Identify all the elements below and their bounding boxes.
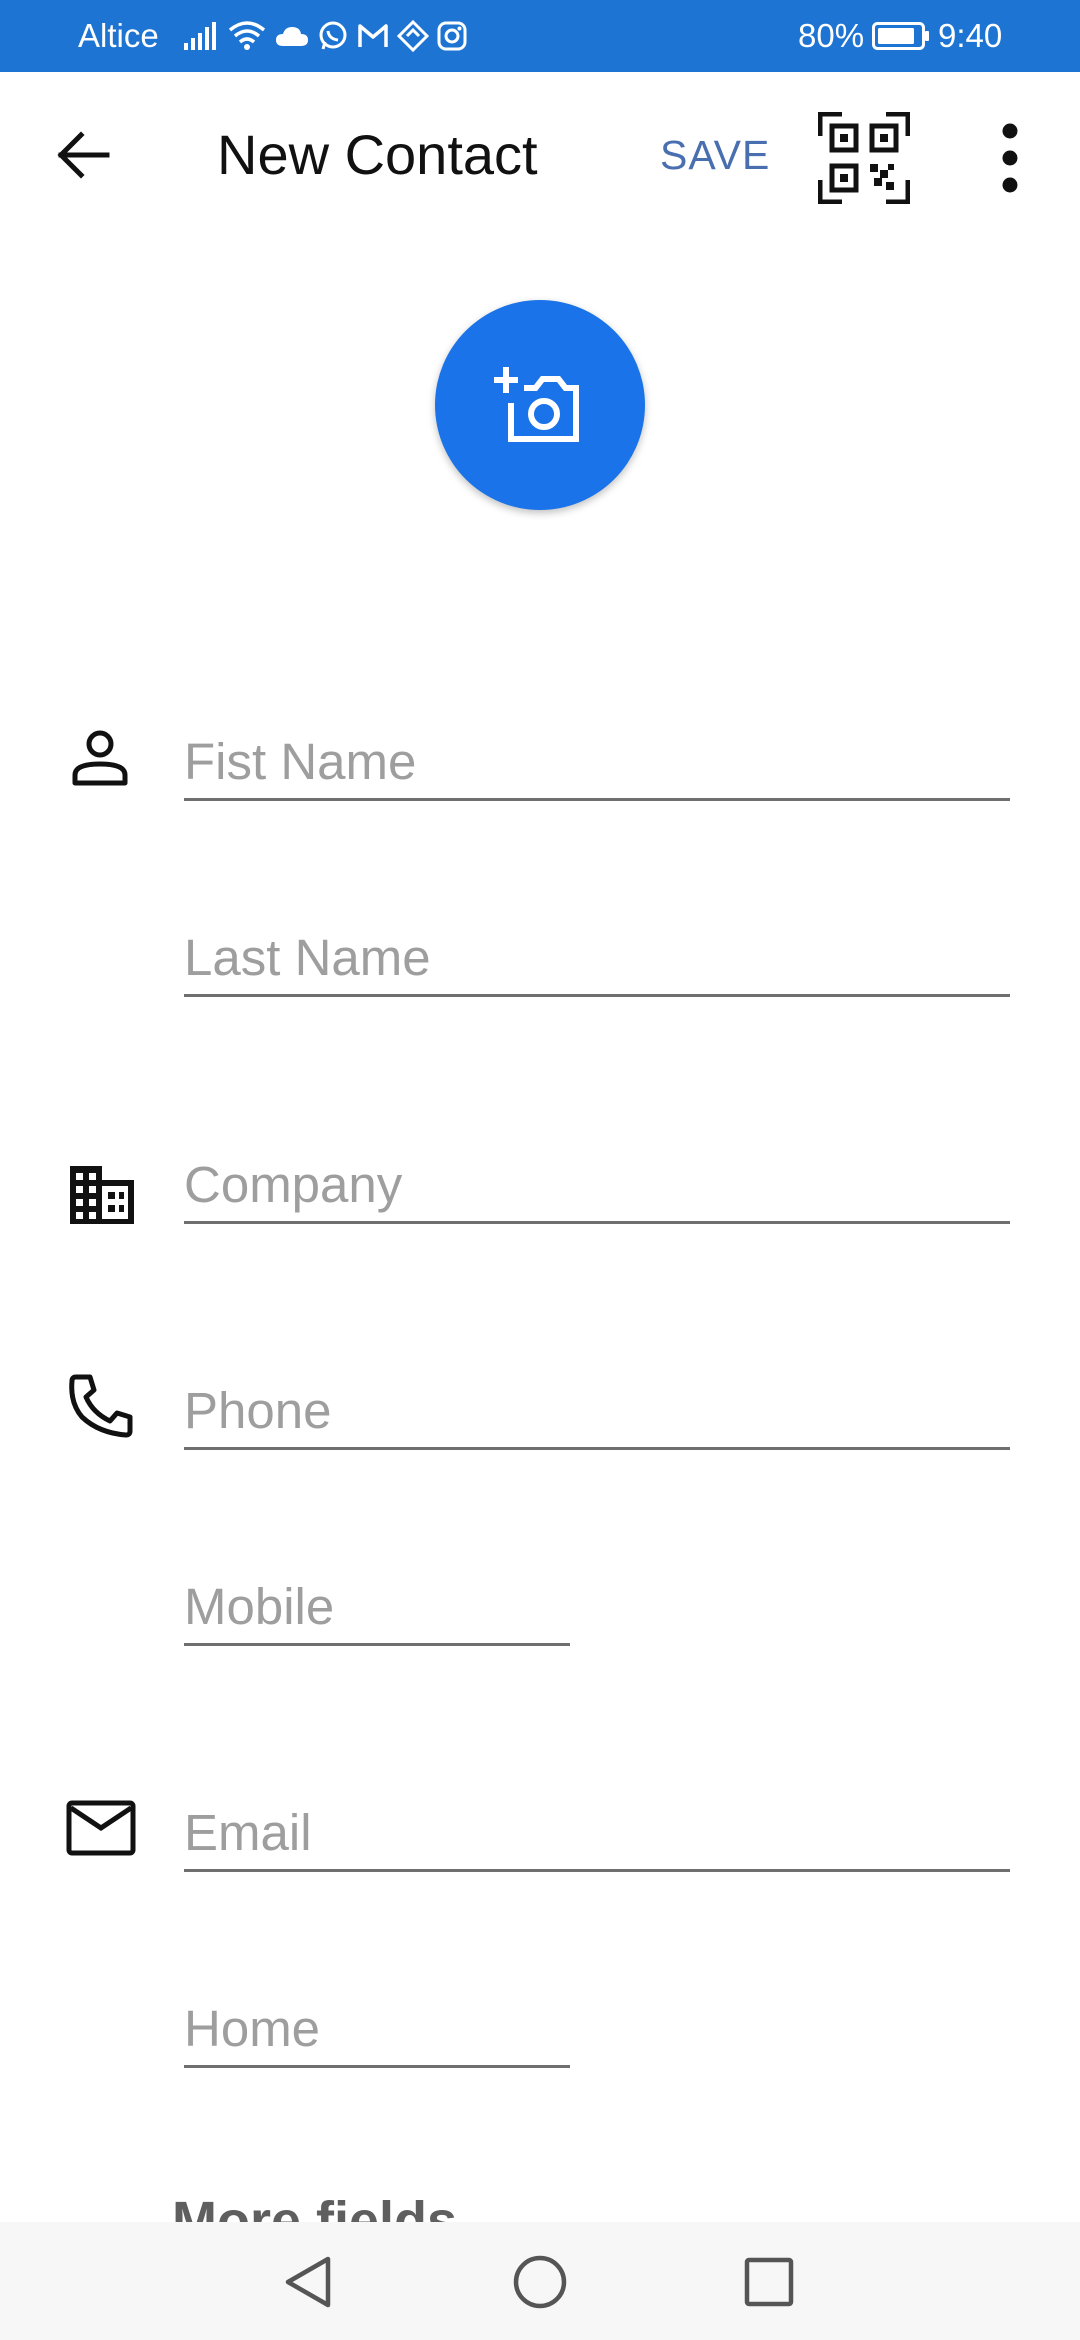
carrier-name: Altice (78, 17, 159, 54)
company-input[interactable] (184, 1151, 1010, 1217)
email-input[interactable] (184, 1799, 1010, 1865)
nav-back-button[interactable] (270, 2244, 346, 2320)
back-button[interactable] (40, 112, 126, 198)
phone-icon (69, 1374, 133, 1438)
nav-recents-button[interactable] (731, 2244, 807, 2320)
add-photo-camera-icon (494, 367, 579, 442)
wifi-icon (228, 21, 266, 50)
page-title: New Contact (217, 123, 538, 186)
gmail-icon (358, 24, 388, 47)
nav-home-button[interactable] (502, 2244, 578, 2320)
diamond-app-icon (397, 20, 429, 52)
save-button[interactable]: SAVE (660, 130, 770, 180)
email-type-input[interactable] (184, 1995, 570, 2061)
nav-recents-icon (744, 2257, 794, 2307)
phone-field[interactable] (184, 1377, 1010, 1450)
clock: 9:40 (938, 17, 1003, 54)
company-building-icon (70, 1166, 134, 1224)
nav-home-icon (513, 2255, 567, 2309)
qr-code-icon (817, 111, 911, 205)
email-icon (66, 1800, 136, 1856)
status-bar: Altice 80% 9:40 (0, 0, 1080, 72)
battery-icon (872, 22, 929, 50)
more-vert-icon (1002, 123, 1018, 193)
phone-type-input[interactable] (184, 1573, 570, 1639)
company-field[interactable] (184, 1151, 1010, 1224)
signal-icon (184, 22, 216, 50)
qr-code-button[interactable] (817, 111, 911, 205)
last-name-field[interactable] (184, 924, 1010, 997)
app-bar: New Contact SAVE (0, 72, 1080, 240)
phone-input[interactable] (184, 1377, 1010, 1443)
more-options-button[interactable] (975, 112, 1045, 204)
email-type-field[interactable] (184, 1995, 570, 2068)
last-name-input[interactable] (184, 924, 1010, 990)
phone-type-field[interactable] (184, 1573, 570, 1646)
first-name-input[interactable] (184, 728, 1010, 794)
screen: Altice 80% 9:40 New Contact SAVE Fist Na… (0, 0, 1080, 2340)
back-arrow-icon (57, 131, 110, 179)
whatsapp-icon (319, 21, 347, 50)
instagram-icon (437, 21, 467, 51)
status-icons (183, 18, 467, 54)
cloud-icon (276, 27, 308, 46)
nav-back-icon (285, 2256, 331, 2308)
person-icon (72, 730, 128, 786)
add-photo-button[interactable] (435, 300, 645, 510)
first-name-field[interactable] (184, 728, 1010, 801)
navigation-bar (0, 2222, 1080, 2340)
battery-percent: 80% (798, 17, 865, 54)
email-field[interactable] (184, 1799, 1010, 1872)
